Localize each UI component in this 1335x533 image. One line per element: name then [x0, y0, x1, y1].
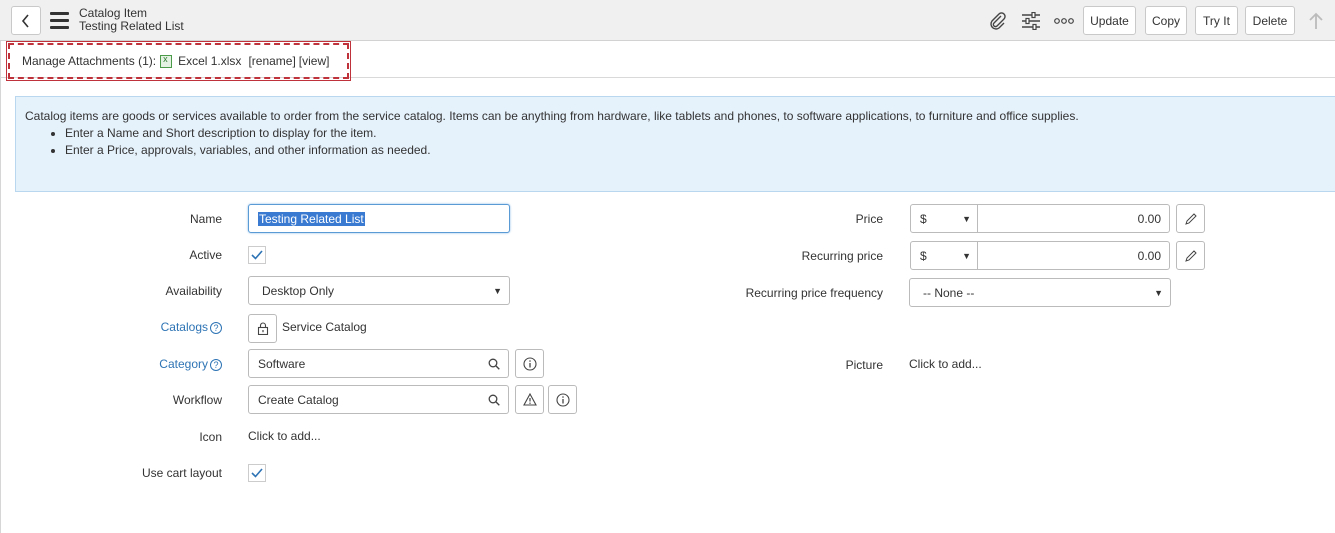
info-bullet-list: Enter a Name and Short description to di…	[65, 125, 1330, 159]
recurring-price-edit-button[interactable]	[1176, 241, 1205, 270]
attachments-highlight-box: Manage Attachments (1): Excel 1.xlsx [re…	[6, 41, 351, 81]
active-checkbox[interactable]	[248, 246, 266, 264]
scroll-top-button[interactable]	[1305, 10, 1327, 32]
name-field[interactable]: Testing Related List	[248, 204, 510, 233]
icon-label: Icon	[199, 430, 222, 444]
catalogs-lock-button[interactable]	[248, 314, 277, 343]
search-icon	[488, 394, 500, 406]
delete-button[interactable]: Delete	[1245, 6, 1295, 35]
price-label: Price	[855, 212, 883, 226]
pencil-icon	[1184, 212, 1197, 225]
try-it-button[interactable]: Try It	[1195, 6, 1238, 35]
workflow-field[interactable]: Create Catalog	[248, 385, 480, 414]
help-icon[interactable]: ?	[210, 358, 222, 371]
header-title-block: Catalog Item Testing Related List	[79, 7, 184, 33]
attachment-file-name[interactable]: Excel 1.xlsx	[178, 54, 241, 68]
picture-label: Picture	[845, 358, 883, 372]
personalize-form-button[interactable]	[1020, 10, 1042, 32]
info-text: Catalog items are goods or services avai…	[25, 109, 1079, 123]
chevron-down-icon: ▼	[962, 251, 971, 261]
info-bullet: Enter a Price, approvals, variables, and…	[65, 142, 1330, 159]
recurring-price-amount-value: 0.00	[1137, 248, 1161, 263]
price-edit-button[interactable]	[1176, 204, 1205, 233]
chevron-down-icon: ▼	[962, 214, 971, 224]
more-options-icon	[1054, 18, 1074, 24]
recurring-price-label: Recurring price	[801, 249, 883, 263]
paperclip-icon	[990, 12, 1006, 30]
price-amount-field[interactable]: 0.00	[977, 204, 1170, 233]
recurring-frequency-select[interactable]: -- None -- ▼	[909, 278, 1171, 307]
category-field[interactable]: Software	[248, 349, 480, 378]
scroll-top-icon	[1309, 12, 1323, 29]
checkmark-icon	[251, 468, 263, 478]
settings-sliders-icon	[1022, 12, 1040, 30]
catalogs-label[interactable]: Catalogs?	[161, 320, 222, 334]
more-options-button[interactable]	[1053, 10, 1075, 32]
view-attachment-link[interactable]: [view]	[299, 54, 330, 68]
category-label-text: Category	[159, 357, 208, 371]
info-icon	[522, 356, 537, 371]
picture-click-to-add[interactable]: Click to add...	[909, 357, 982, 371]
update-button[interactable]: Update	[1083, 6, 1136, 35]
chevron-down-icon: ▼	[1154, 288, 1163, 298]
workflow-lookup-button[interactable]	[479, 385, 509, 414]
back-icon	[21, 13, 29, 28]
menu-icon[interactable]	[50, 12, 69, 29]
use-cart-layout-checkbox[interactable]	[248, 464, 266, 482]
manage-attachments-link[interactable]: Manage Attachments (1):	[22, 54, 156, 68]
warning-icon	[522, 393, 537, 406]
info-icon	[555, 392, 570, 407]
category-value: Software	[258, 356, 306, 371]
help-icon[interactable]: ?	[210, 321, 222, 334]
info-bullet: Enter a Name and Short description to di…	[65, 125, 1330, 142]
attachments-bar: Manage Attachments (1): Excel 1.xlsx [re…	[0, 41, 1335, 81]
availability-select[interactable]: Desktop Only ▼	[248, 276, 510, 305]
price-currency-value: $	[920, 211, 927, 226]
catalog-item-info-box: Catalog items are goods or services avai…	[15, 96, 1335, 192]
recurring-price-amount-field[interactable]: 0.00	[977, 241, 1170, 270]
catalogs-value: Service Catalog	[282, 320, 367, 334]
chevron-down-icon: ▼	[493, 286, 502, 296]
search-icon	[488, 358, 500, 370]
page-left-border	[0, 41, 1, 533]
copy-button[interactable]: Copy	[1145, 6, 1187, 35]
excel-file-icon	[160, 54, 173, 68]
workflow-value: Create Catalog	[258, 392, 339, 407]
header-subtitle: Testing Related List	[79, 19, 184, 33]
rename-attachment-link[interactable]: [rename]	[248, 54, 295, 68]
price-currency-select[interactable]: $ ▼	[910, 204, 978, 233]
catalogs-label-text: Catalogs	[160, 320, 208, 334]
workflow-info-button[interactable]	[548, 385, 577, 414]
pencil-icon	[1184, 249, 1197, 262]
use-cart-layout-label: Use cart layout	[141, 466, 222, 480]
checkmark-icon	[251, 250, 263, 260]
icon-click-to-add[interactable]: Click to add...	[248, 429, 321, 443]
back-button[interactable]	[11, 6, 41, 35]
category-label[interactable]: Category?	[159, 357, 222, 371]
workflow-warning-button[interactable]	[515, 385, 544, 414]
availability-label: Availability	[165, 284, 222, 298]
recurring-frequency-label: Recurring price frequency	[745, 286, 883, 300]
recurring-price-currency-select[interactable]: $ ▼	[910, 241, 978, 270]
workflow-label: Workflow	[172, 393, 222, 407]
form-header: Catalog Item Testing Related List Update…	[0, 0, 1335, 41]
attachment-button[interactable]	[987, 10, 1009, 32]
availability-value: Desktop Only	[262, 283, 335, 298]
name-field-value: Testing Related List	[258, 211, 365, 226]
active-label: Active	[189, 248, 222, 262]
name-label: Name	[189, 212, 222, 226]
category-info-button[interactable]	[515, 349, 544, 378]
category-lookup-button[interactable]	[479, 349, 509, 378]
price-amount-value: 0.00	[1137, 211, 1161, 226]
recurring-price-currency-value: $	[920, 248, 927, 263]
lock-icon	[257, 322, 268, 335]
recurring-frequency-value: -- None --	[923, 285, 975, 300]
